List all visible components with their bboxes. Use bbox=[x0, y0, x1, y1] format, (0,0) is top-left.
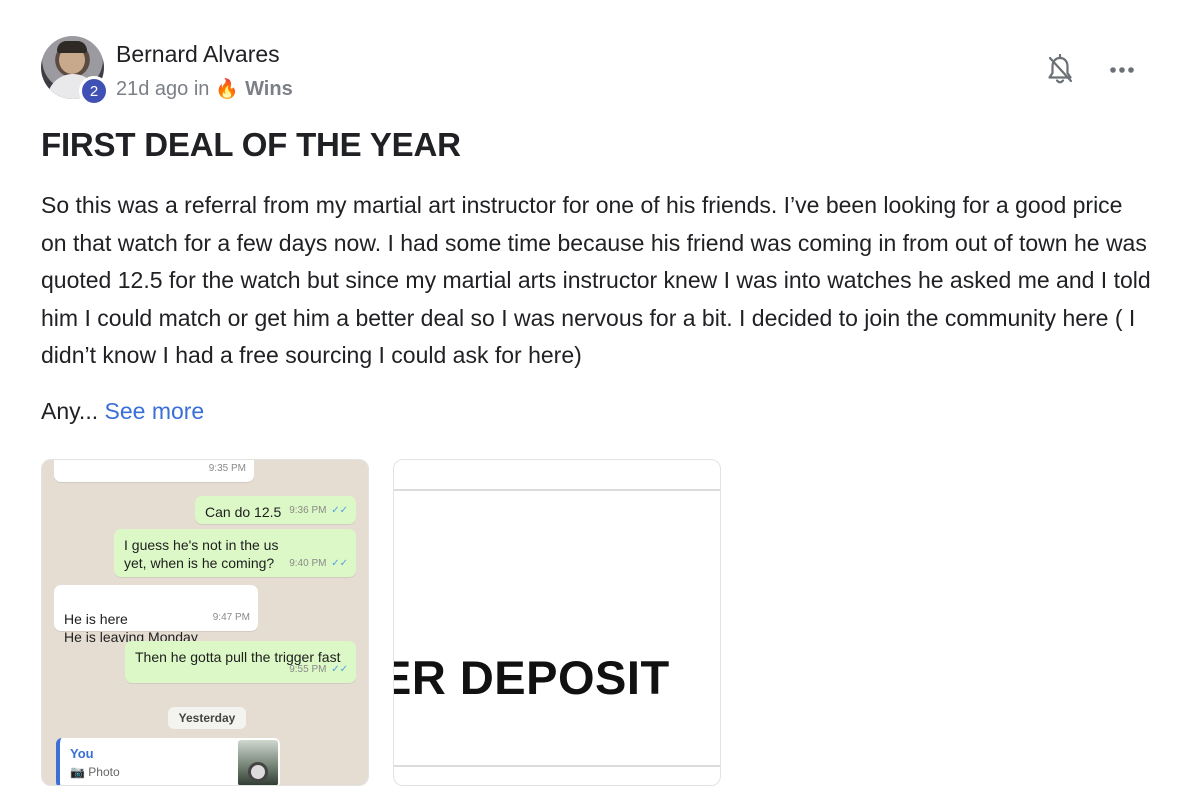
watch-dial bbox=[248, 762, 268, 782]
avatar-hair bbox=[57, 41, 87, 53]
attachment-chat-screenshot[interactable]: 9:35 PM Can do 12.5 9:36 PM ✓✓ I guess h… bbox=[41, 459, 369, 786]
divider bbox=[394, 765, 720, 767]
chat-bubble: Can do 12.5 9:36 PM ✓✓ bbox=[195, 496, 356, 524]
read-ticks-icon: ✓✓ bbox=[331, 558, 348, 569]
author-name[interactable]: Bernard Alvares bbox=[116, 41, 280, 68]
post-meta: 21d ago in 🔥 Wins bbox=[116, 77, 293, 101]
chat-time: 9:40 PM ✓✓ bbox=[289, 555, 348, 573]
fire-icon: 🔥 bbox=[215, 79, 240, 100]
bell-off-icon[interactable] bbox=[1046, 54, 1074, 86]
watch-photo-thumbnail bbox=[238, 740, 278, 785]
chat-time: 9:36 PM ✓✓ bbox=[289, 502, 348, 520]
chat-time: 9:47 PM bbox=[212, 612, 250, 623]
reply-author: You bbox=[70, 746, 94, 761]
post-body: So this was a referral from my martial a… bbox=[41, 192, 1151, 368]
chat-time-text: 9:36 PM bbox=[289, 505, 327, 516]
chat-time-text: 9:40 PM bbox=[289, 558, 327, 569]
chat-message-text: I guess he's not in the us yet, when is … bbox=[124, 537, 279, 571]
chat-message-text: He is here He is leaving Monday bbox=[64, 611, 198, 645]
chat-time: 9:55 PM ✓✓ bbox=[289, 661, 348, 679]
attachment-deposit-image[interactable]: ER DEPOSIT bbox=[393, 459, 721, 786]
reply-type-label: Photo bbox=[88, 765, 120, 779]
chat-time-text: 9:55 PM bbox=[289, 664, 327, 675]
post-title: FIRST DEAL OF THE YEAR bbox=[41, 126, 461, 163]
reply-type: 📷 Photo bbox=[70, 765, 120, 779]
chat-photo-message: You 📷 Photo bbox=[56, 738, 280, 785]
time-ago: 21d ago in bbox=[116, 77, 210, 100]
read-ticks-icon: ✓✓ bbox=[331, 664, 348, 675]
level-badge: 2 bbox=[79, 76, 109, 106]
post-header: 2 Bernard Alvares 21d ago in 🔥 Wins bbox=[41, 36, 1161, 106]
deposit-heading: ER DEPOSIT bbox=[393, 651, 670, 704]
chat-bubble: I guess he's not in the us yet, when is … bbox=[114, 529, 356, 577]
chat-date-divider: Yesterday bbox=[168, 707, 246, 729]
camera-icon: 📷 bbox=[70, 765, 85, 779]
truncated-text: Any... bbox=[41, 398, 99, 424]
truncation-line: Any... See more bbox=[41, 398, 204, 425]
more-horizontal-icon[interactable] bbox=[1106, 56, 1138, 84]
chat-bubble: He is here He is leaving Monday 9:47 PM bbox=[54, 585, 258, 645]
chat-bubble-partial: 9:35 PM bbox=[54, 460, 254, 482]
see-more-link[interactable]: See more bbox=[105, 398, 205, 424]
chat-bubble: Then he gotta pull the trigger fast 9:55… bbox=[125, 641, 356, 683]
divider bbox=[394, 489, 720, 491]
chat-message-text: Can do 12.5 bbox=[205, 504, 282, 520]
chat-time: 9:35 PM bbox=[208, 463, 246, 474]
category-link[interactable]: Wins bbox=[245, 78, 293, 101]
read-ticks-icon: ✓✓ bbox=[331, 505, 348, 516]
